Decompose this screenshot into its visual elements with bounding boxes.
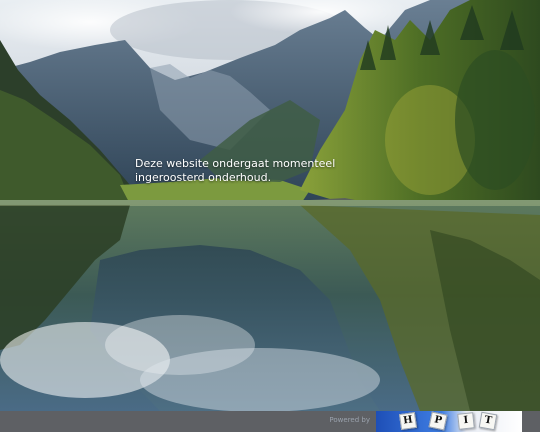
hpit-logo[interactable]: H P I T [376,411,522,432]
logo-tile-p: P [428,411,448,431]
logo-tile-i: I [457,412,475,430]
logo-tile-h: H [398,411,418,431]
maintenance-message: Deze website ondergaat momenteel ingeroo… [135,157,336,184]
background-landscape-photo [0,0,540,412]
logo-background [376,411,522,432]
powered-by-label: Powered by [329,416,370,424]
logo-tile-t: T [478,411,498,431]
